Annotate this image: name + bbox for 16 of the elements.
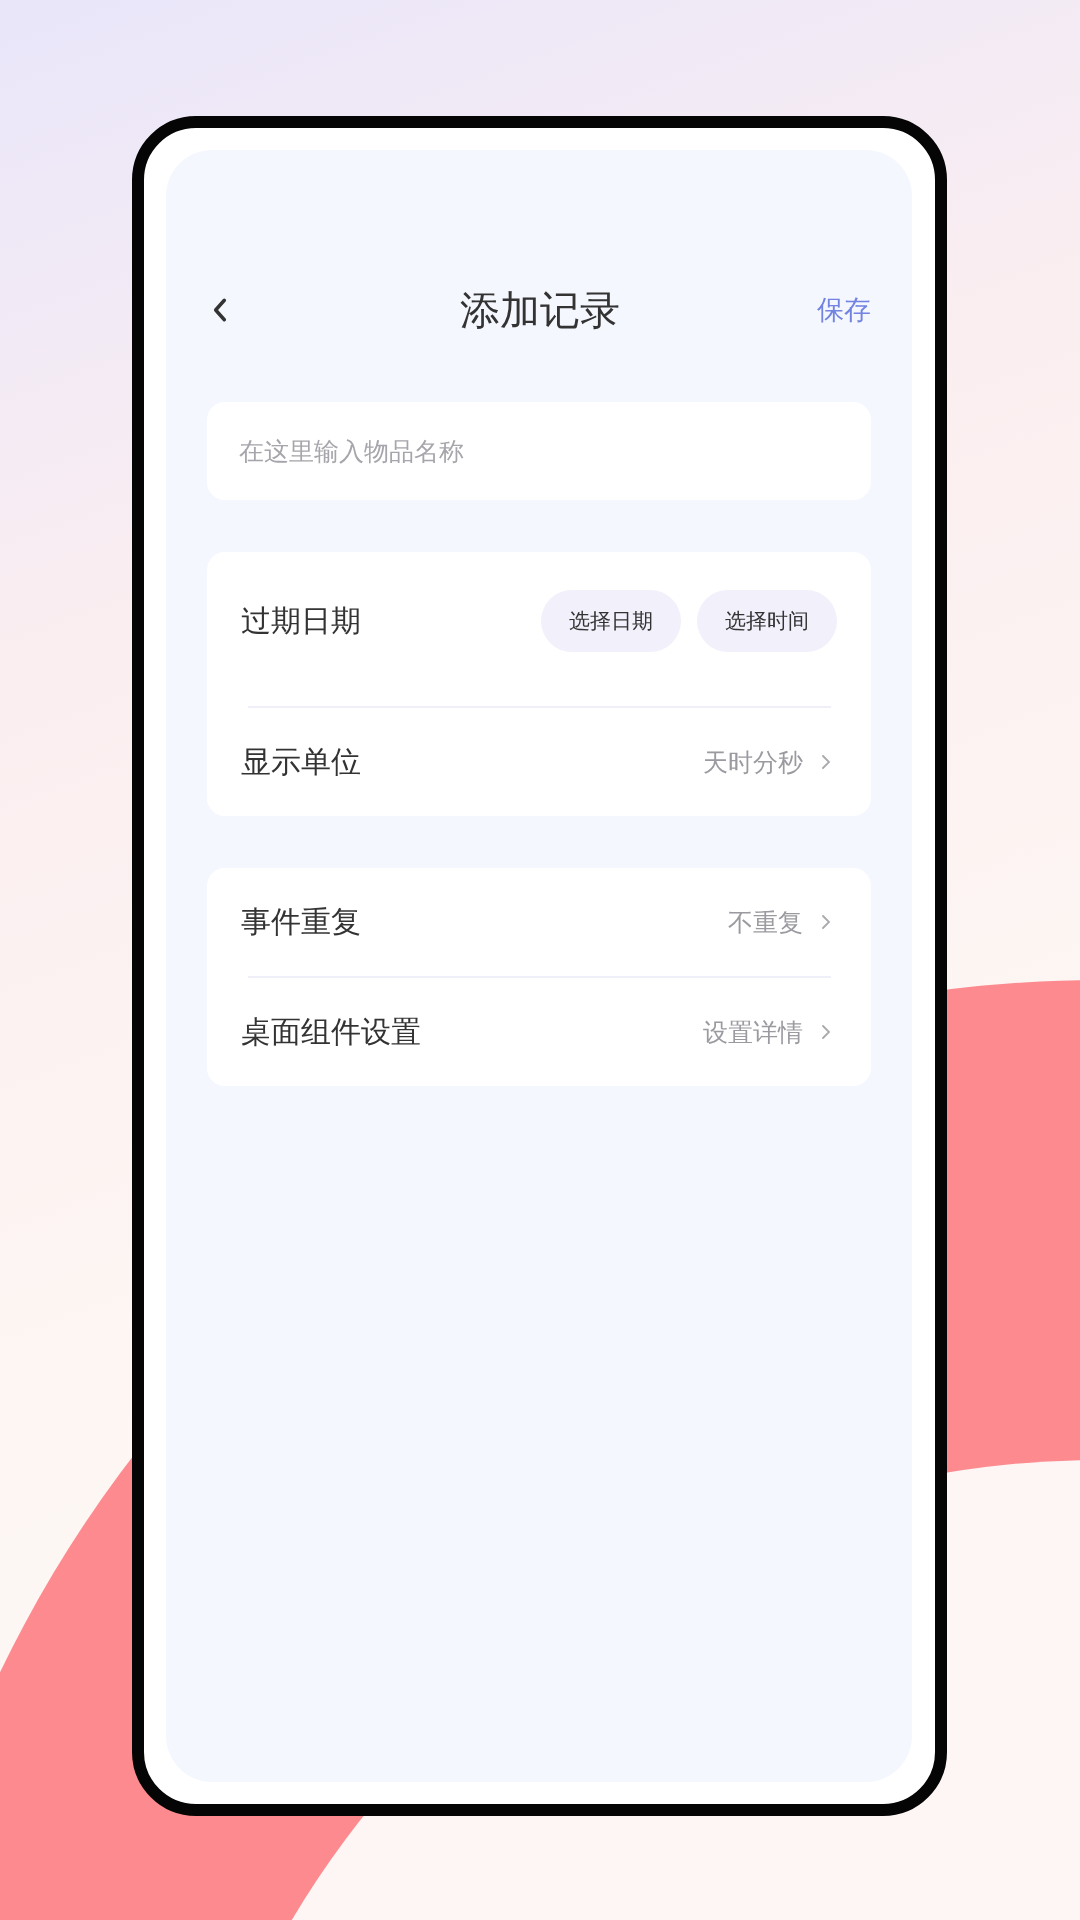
save-button[interactable]: 保存	[817, 292, 871, 328]
row-label: 事件重复	[241, 902, 361, 941]
row-label: 显示单位	[241, 742, 361, 781]
chevron-right-icon	[821, 1024, 831, 1040]
name-input-field[interactable]: 在这里输入物品名称	[207, 402, 871, 500]
chevron-right-icon	[821, 914, 831, 930]
chevron-right-icon	[821, 754, 831, 770]
row-value[interactable]: 设置详情	[703, 1015, 803, 1049]
page-title: 添加记录	[460, 285, 620, 335]
row-value[interactable]: 不重复	[728, 905, 803, 939]
row-label: 过期日期	[241, 601, 361, 640]
back-icon	[211, 297, 229, 323]
picker-button[interactable]: 选择日期	[541, 590, 681, 652]
row-label: 桌面组件设置	[241, 1012, 421, 1051]
picker-button[interactable]: 选择时间	[697, 590, 837, 652]
row-value[interactable]: 天时分秒	[703, 745, 803, 779]
